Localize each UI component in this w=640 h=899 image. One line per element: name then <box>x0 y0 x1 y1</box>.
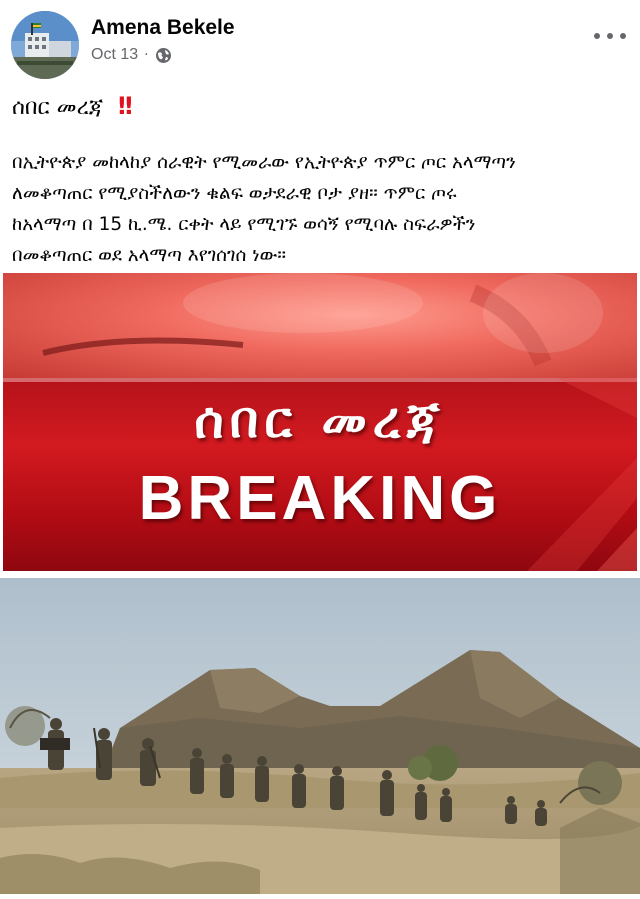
avatar[interactable] <box>11 11 79 79</box>
author-name[interactable]: Amena Bekele <box>91 16 235 40</box>
post-header: Amena Bekele Oct 13 · <box>0 0 640 84</box>
post-headline: ሰበር መረጃ !! <box>12 92 134 120</box>
breaking-english-text: BREAKING <box>138 464 502 533</box>
image-background <box>3 273 637 378</box>
post-body-text: በኢትዮጵያ መከላከያ ሰራዊት የሚመራው የኢትዮጵያ ጥምር ጦር አላ… <box>12 152 516 266</box>
headline-text: ሰበር መረጃ <box>12 95 104 120</box>
avatar-image <box>11 11 79 79</box>
more-dot-icon <box>607 33 613 39</box>
breaking-amharic-text: ሰበር መረጃ <box>194 391 446 449</box>
soldiers-landscape-photo[interactable] <box>0 578 640 894</box>
meta-separator: · <box>144 47 149 63</box>
more-dot-icon <box>594 33 600 39</box>
double-exclamation-icon: !! <box>116 92 134 120</box>
landscape-photo <box>0 578 640 894</box>
globe-icon[interactable] <box>155 47 172 64</box>
post-meta: Oct 13 · <box>91 46 172 64</box>
post-date[interactable]: Oct 13 <box>91 46 138 64</box>
more-options-button[interactable] <box>594 26 626 46</box>
more-dot-icon <box>620 33 626 39</box>
breaking-news-image[interactable]: ሰበር መረጃ BREAKING <box>3 273 637 571</box>
